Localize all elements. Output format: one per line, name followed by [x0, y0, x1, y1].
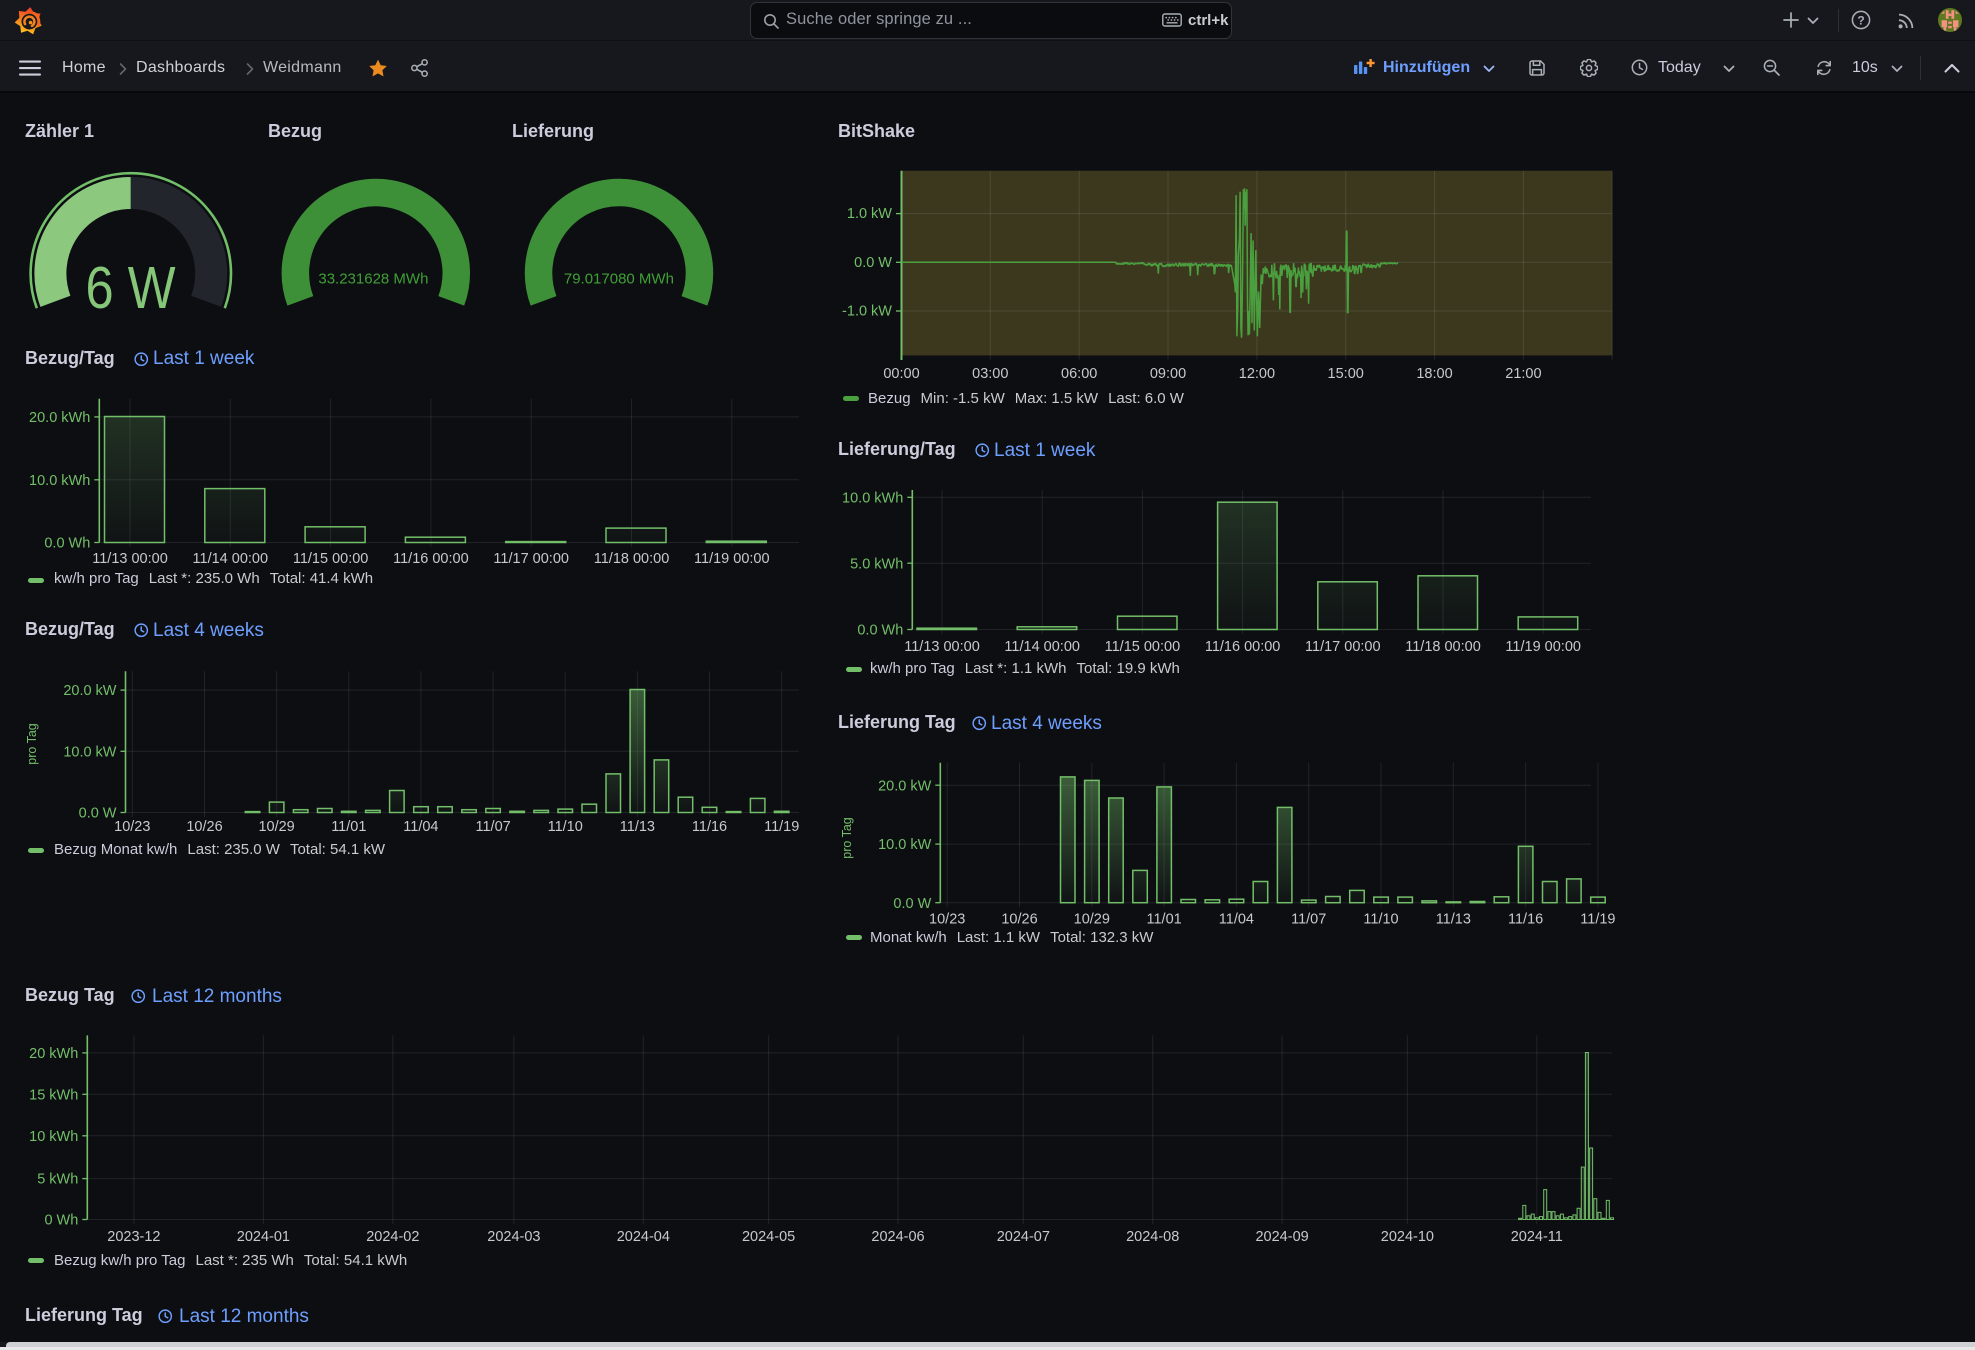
svg-text:11/16: 11/16: [692, 819, 727, 835]
svg-text:11/15 00:00: 11/15 00:00: [1105, 639, 1181, 655]
svg-text:-1.0 kW: -1.0 kW: [842, 304, 892, 320]
svg-text:10.0 kW: 10.0 kW: [878, 837, 931, 853]
svg-text:?: ?: [1857, 13, 1864, 27]
svg-text:5.0 kWh: 5.0 kWh: [850, 556, 903, 572]
svg-text:10/29: 10/29: [258, 819, 294, 835]
svg-text:11/16 00:00: 11/16 00:00: [1205, 639, 1281, 655]
svg-text:15 kWh: 15 kWh: [29, 1087, 78, 1103]
svg-text:2024-11: 2024-11: [1511, 1229, 1563, 1245]
svg-text:10/23: 10/23: [114, 819, 150, 835]
svg-text:10/26: 10/26: [186, 819, 222, 835]
svg-text:11/10: 11/10: [548, 819, 583, 835]
svg-text:5 kWh: 5 kWh: [37, 1172, 78, 1188]
svg-text:20.0 kWh: 20.0 kWh: [29, 410, 90, 426]
svg-text:10.0 kWh: 10.0 kWh: [29, 473, 90, 489]
svg-text:2023-12: 2023-12: [107, 1229, 160, 1245]
svg-text:2024-08: 2024-08: [1126, 1229, 1179, 1245]
svg-text:2024-03: 2024-03: [487, 1229, 540, 1245]
svg-text:11/10: 11/10: [1363, 912, 1398, 928]
svg-text:0.0 W: 0.0 W: [854, 255, 892, 271]
svg-text:21:00: 21:00: [1505, 366, 1541, 382]
svg-text:11/01: 11/01: [331, 819, 366, 835]
svg-text:12:00: 12:00: [1239, 366, 1275, 382]
svg-text:09:00: 09:00: [1150, 366, 1186, 382]
svg-text:0.0 W: 0.0 W: [893, 896, 931, 912]
svg-text:11/01: 11/01: [1146, 912, 1181, 928]
svg-text:11/14 00:00: 11/14 00:00: [193, 551, 269, 567]
svg-text:0.0 Wh: 0.0 Wh: [44, 536, 90, 552]
svg-text:11/16 00:00: 11/16 00:00: [393, 551, 469, 567]
svg-text:11/17 00:00: 11/17 00:00: [1305, 639, 1381, 655]
svg-text:10/29: 10/29: [1074, 912, 1110, 928]
svg-text:11/19 00:00: 11/19 00:00: [1505, 639, 1581, 655]
svg-text:2024-01: 2024-01: [237, 1229, 290, 1245]
svg-text:03:00: 03:00: [972, 366, 1008, 382]
svg-text:2024-05: 2024-05: [742, 1229, 795, 1245]
svg-text:11/04: 11/04: [403, 819, 438, 835]
svg-text:1.0 kW: 1.0 kW: [847, 206, 892, 222]
svg-text:10/26: 10/26: [1001, 912, 1037, 928]
svg-text:2024-07: 2024-07: [997, 1229, 1050, 1245]
svg-text:00:00: 00:00: [883, 366, 919, 382]
svg-text:06:00: 06:00: [1061, 366, 1097, 382]
svg-text:11/18 00:00: 11/18 00:00: [594, 551, 670, 567]
svg-text:11/04: 11/04: [1219, 912, 1254, 928]
svg-text:15:00: 15:00: [1328, 366, 1364, 382]
svg-text:10/23: 10/23: [929, 912, 965, 928]
svg-text:20.0 kW: 20.0 kW: [878, 778, 931, 794]
svg-text:33.231628 MWh: 33.231628 MWh: [318, 271, 428, 288]
svg-text:6 W: 6 W: [86, 255, 176, 321]
svg-text:11/13: 11/13: [620, 819, 655, 835]
svg-text:pro Tag: pro Tag: [25, 723, 39, 765]
svg-text:pro Tag: pro Tag: [840, 817, 854, 859]
svg-text:20 kWh: 20 kWh: [29, 1046, 78, 1062]
svg-text:11/13 00:00: 11/13 00:00: [92, 551, 168, 567]
svg-text:10.0 kW: 10.0 kW: [63, 744, 116, 760]
svg-text:2024-10: 2024-10: [1381, 1229, 1434, 1245]
svg-text:11/13 00:00: 11/13 00:00: [904, 639, 980, 655]
svg-text:11/14 00:00: 11/14 00:00: [1004, 639, 1080, 655]
svg-text:2024-04: 2024-04: [617, 1229, 670, 1245]
svg-text:11/13: 11/13: [1436, 912, 1471, 928]
svg-text:11/17 00:00: 11/17 00:00: [493, 551, 569, 567]
svg-text:11/18 00:00: 11/18 00:00: [1405, 639, 1481, 655]
svg-text:11/15 00:00: 11/15 00:00: [293, 551, 369, 567]
svg-text:2024-02: 2024-02: [366, 1229, 419, 1245]
svg-text:18:00: 18:00: [1416, 366, 1452, 382]
svg-text:0 Wh: 0 Wh: [44, 1213, 78, 1229]
svg-text:11/16: 11/16: [1508, 912, 1543, 928]
svg-text:20.0 kW: 20.0 kW: [63, 683, 116, 699]
svg-text:2024-09: 2024-09: [1255, 1229, 1308, 1245]
svg-text:11/19: 11/19: [764, 819, 799, 835]
svg-text:10.0 kWh: 10.0 kWh: [842, 490, 903, 506]
svg-text:11/19 00:00: 11/19 00:00: [694, 551, 770, 567]
svg-text:11/07: 11/07: [1291, 912, 1326, 928]
svg-text:0.0 W: 0.0 W: [79, 806, 117, 822]
svg-text:0.0 Wh: 0.0 Wh: [857, 623, 903, 639]
svg-text:2024-06: 2024-06: [871, 1229, 924, 1245]
svg-text:11/19: 11/19: [1580, 912, 1615, 928]
svg-text:79.017080 MWh: 79.017080 MWh: [564, 271, 674, 288]
svg-text:11/07: 11/07: [475, 819, 510, 835]
svg-text:10 kWh: 10 kWh: [29, 1129, 78, 1145]
